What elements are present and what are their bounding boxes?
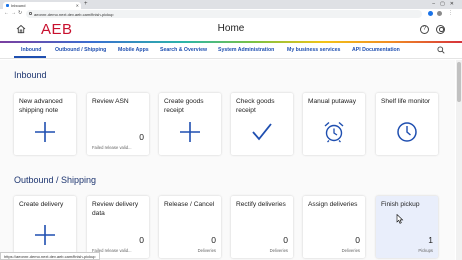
tab-favicon-icon [6, 4, 9, 7]
tile-count: 1 [428, 235, 433, 245]
tab-title: Inbound [11, 3, 26, 8]
tile-title: Create delivery [19, 201, 64, 208]
plus-icon [179, 121, 201, 143]
tile-count: 0 [355, 235, 360, 245]
lock-icon [29, 12, 32, 15]
section-title-inbound: Inbound [14, 70, 47, 80]
tile-review-delivery-data[interactable]: Review delivery data 0 Failed release vali… [87, 196, 149, 258]
profile-icon[interactable] [437, 11, 442, 16]
tile-review-asn[interactable]: Review ASN 0 Failed release valid... [87, 93, 149, 155]
tile-assign-deliveries[interactable]: Assign deliveries 0 Deliveries [303, 196, 365, 258]
address-bar[interactable]: aeonnr-demo.next.dev.aeb.cam/finish-pick… [26, 10, 422, 18]
nav-outbound-shipping[interactable]: Outbound / Shipping [55, 47, 106, 53]
main-navigation: Inbound Outbound / Shipping Mobile Apps … [0, 43, 462, 59]
nav-api-documentation[interactable]: API Documentation [352, 47, 400, 53]
tile-footer: Deliveries [269, 248, 288, 253]
tile-title: New advanced shipping note [19, 98, 63, 114]
app-header: AEB Home ? [0, 19, 462, 41]
mouse-cursor-icon [396, 214, 404, 224]
tile-finish-pickup[interactable]: Finish pickup 1 Pickups [376, 196, 438, 258]
checkmark-icon [251, 121, 273, 143]
tile-count: 0 [139, 132, 144, 142]
nav-search-overview[interactable]: Search & Overview [160, 47, 207, 53]
tile-count: 0 [283, 235, 288, 245]
tile-title: Rectify deliveries [236, 201, 286, 208]
address-bar-url: aeonnr-demo.next.dev.aeb.cam/finish-pick… [34, 12, 114, 17]
tile-create-goods-receipt[interactable]: Create goods receipt [159, 93, 221, 155]
tile-footer: Failed release valid... [92, 145, 132, 150]
tile-new-advanced-shipping-note[interactable]: New advanced shipping note [14, 93, 76, 155]
plus-icon [34, 121, 56, 143]
tile-title: Check goods receipt [236, 98, 275, 114]
window-controls[interactable]: –▢✕ [432, 1, 459, 7]
tile-title: Create goods receipt [164, 98, 204, 114]
browser-toolbar: ← → ↻ aeonnr-demo.next.dev.aeb.cam/finis… [0, 9, 462, 19]
nav-mobile-apps[interactable]: Mobile Apps [118, 47, 149, 53]
tile-title: Shelf life monitor [381, 98, 431, 105]
alarm-clock-icon [323, 121, 345, 143]
status-bar-url: https://aeonnr-demo.next.dev.aeb.cam/fin… [0, 252, 100, 260]
tile-title: Review delivery data [92, 201, 139, 217]
reload-icon[interactable]: ↻ [18, 10, 22, 16]
tile-title: Release / Cancel [164, 201, 215, 208]
tile-count: 0 [211, 235, 216, 245]
active-tab-indicator [14, 56, 46, 58]
help-icon[interactable]: ? [420, 25, 429, 34]
nav-system-administration[interactable]: System Administration [218, 47, 274, 53]
tile-create-delivery[interactable]: Create delivery [14, 196, 76, 258]
tile-footer: Deliveries [341, 248, 360, 253]
page-title: Home [217, 23, 245, 34]
tile-release-cancel[interactable]: Release / Cancel 0 Deliveries [159, 196, 221, 258]
search-icon[interactable] [437, 46, 445, 54]
tile-title: Manual putaway [308, 98, 357, 105]
tile-title: Assign deliveries [308, 201, 358, 208]
user-account-icon[interactable] [436, 25, 445, 34]
forward-icon[interactable]: → [11, 10, 16, 16]
tab-close-icon[interactable]: ✕ [76, 3, 79, 8]
tile-rectify-deliveries[interactable]: Rectify deliveries 0 Deliveries [231, 196, 293, 258]
new-tab-icon[interactable]: + [84, 1, 88, 7]
section-title-outbound: Outbound / Shipping [14, 175, 97, 185]
tile-footer: Pickups [418, 248, 433, 253]
back-icon[interactable]: ← [4, 10, 9, 16]
tile-footer: Deliveries [197, 248, 216, 253]
nav-inbound[interactable]: Inbound [21, 47, 41, 53]
tile-footer: Failed release valid... [92, 248, 132, 253]
browser-chrome: Inbound ✕ + –▢✕ ← → ↻ aeonnr-demo.next.d… [0, 0, 462, 19]
nav-my-business-services[interactable]: My business services [287, 47, 340, 53]
tile-manual-putaway[interactable]: Manual putaway [303, 93, 365, 155]
scrollbar-thumb[interactable] [457, 62, 461, 102]
tile-title: Finish pickup [381, 201, 420, 208]
tile-check-goods-receipt[interactable]: Check goods receipt [231, 93, 293, 155]
clock-icon [396, 121, 418, 143]
tile-title: Review ASN [92, 98, 129, 105]
tile-shelf-life-monitor[interactable]: Shelf life monitor [376, 93, 438, 155]
tile-count: 0 [139, 235, 144, 245]
browser-menu-icon[interactable]: ⋮ [448, 10, 453, 16]
plus-icon [34, 224, 56, 246]
extension-icon[interactable] [428, 11, 433, 16]
